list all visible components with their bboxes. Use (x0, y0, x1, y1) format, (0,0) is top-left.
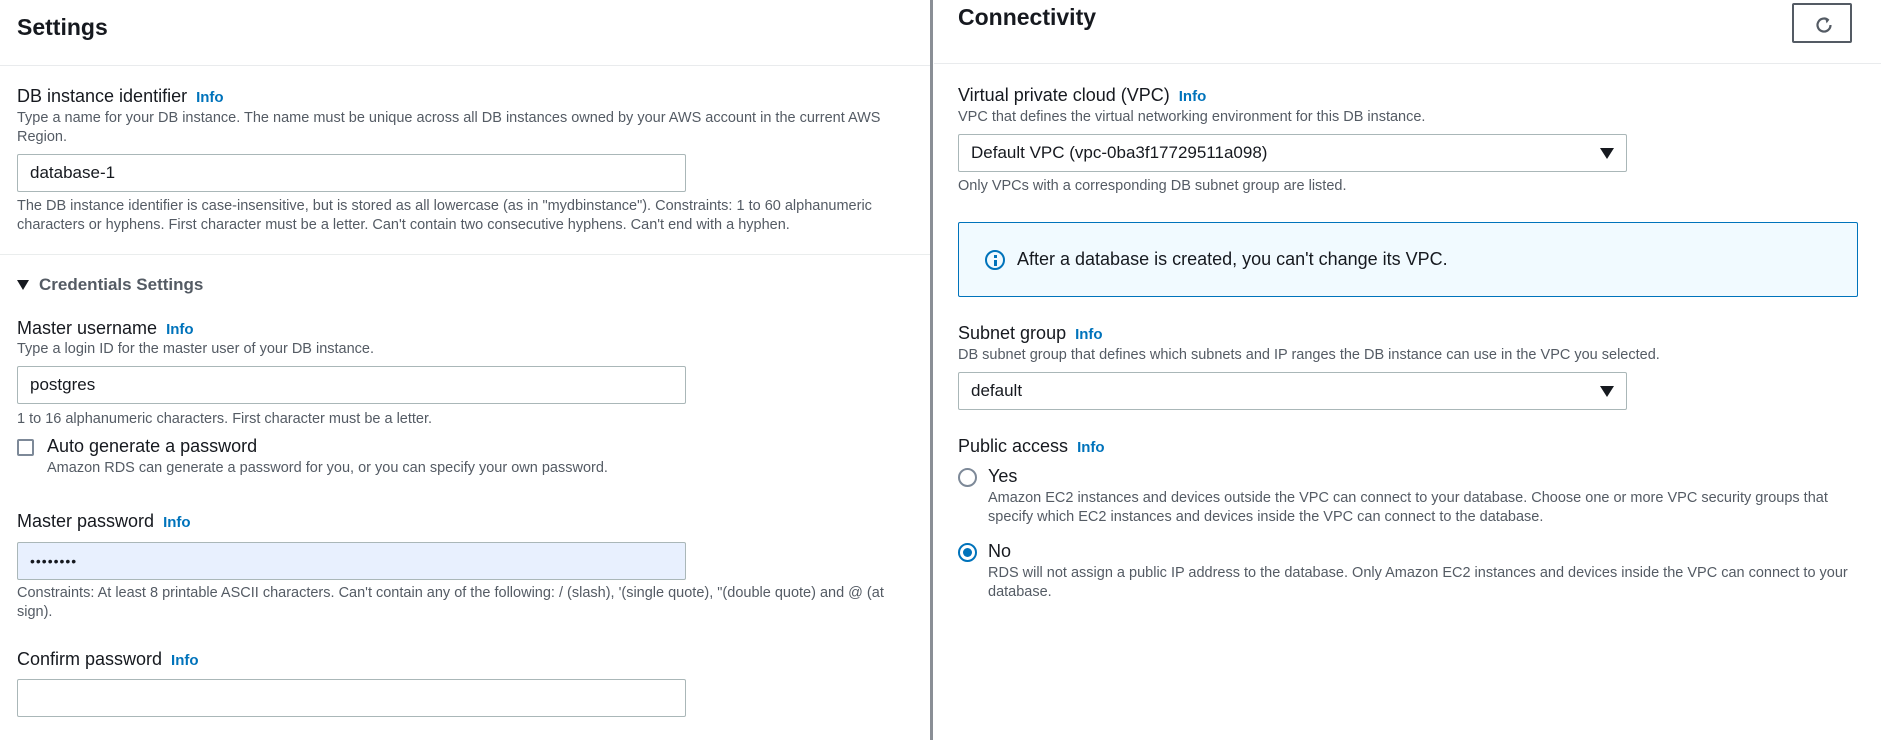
settings-title: Settings (17, 14, 108, 40)
public-access-yes-label[interactable]: Yes (988, 466, 1017, 487)
subnet-group-description: DB subnet group that defines which subne… (958, 347, 1660, 363)
public-access-no-label[interactable]: No (988, 541, 1011, 562)
section-divider (0, 254, 930, 255)
master-password-info-link[interactable]: Info (163, 514, 191, 531)
db-identifier-constraint: The DB instance identifier is case-insen… (17, 198, 872, 233)
confirm-password-label-text: Confirm password (17, 649, 163, 669)
db-identifier-info-link[interactable]: Info (196, 89, 224, 106)
vpc-select[interactable]: Default VPC (vpc-0ba3f17729511a098) (958, 134, 1627, 172)
master-username-label-text: Master username (17, 318, 158, 338)
public-access-no-description: RDS will not assign a public IP address … (988, 565, 1848, 600)
vpc-info-alert: After a database is created, you can't c… (958, 222, 1858, 297)
vpc-note: Only VPCs with a corresponding DB subnet… (958, 178, 1347, 194)
refresh-button[interactable] (1792, 3, 1852, 43)
master-username-input[interactable]: postgres (17, 366, 686, 404)
vpc-description: VPC that defines the virtual networking … (958, 109, 1426, 125)
master-password-constraint: Constraints: At least 8 printable ASCII … (17, 585, 884, 620)
credentials-settings-label: Credentials Settings (39, 275, 204, 294)
master-username-description: Type a login ID for the master user of y… (17, 341, 375, 357)
master-username-constraint: 1 to 16 alphanumeric characters. First c… (17, 411, 433, 427)
connectivity-title: Connectivity (958, 4, 1097, 30)
credentials-settings-toggle[interactable]: Credentials Settings (17, 275, 203, 295)
confirm-password-info-link[interactable]: Info (171, 652, 199, 669)
db-identifier-value: database-1 (30, 163, 116, 182)
subnet-group-select-value: default (971, 381, 1023, 400)
confirm-password-input[interactable] (17, 679, 686, 717)
auto-generate-password-label[interactable]: Auto generate a password (47, 436, 257, 457)
public-access-label-text: Public access (958, 436, 1069, 456)
vpc-select-value: Default VPC (vpc-0ba3f17729511a098) (971, 143, 1268, 162)
confirm-password-label: Confirm password Info (17, 649, 199, 670)
caret-down-icon (1600, 148, 1614, 159)
db-identifier-input[interactable]: database-1 (17, 154, 686, 192)
db-identifier-description: Type a name for your DB instance. The na… (17, 110, 881, 145)
db-identifier-label: DB instance identifier Info (17, 86, 224, 107)
master-username-value: postgres (30, 375, 96, 394)
connectivity-panel: Connectivity Virtual private cloud (VPC)… (934, 0, 1881, 740)
settings-panel: Settings DB instance identifier Info Type… (0, 0, 930, 740)
public-access-yes-radio[interactable] (958, 468, 977, 487)
master-username-info-link[interactable]: Info (166, 321, 194, 338)
subnet-group-label-text: Subnet group (958, 323, 1067, 343)
vpc-alert-text: After a database is created, you can't c… (1017, 249, 1448, 269)
public-access-yes-description: Amazon EC2 instances and devices outside… (988, 490, 1828, 525)
master-password-input[interactable]: •••••••• (17, 542, 686, 580)
master-password-label-text: Master password (17, 511, 155, 531)
vpc-info-link[interactable]: Info (1179, 88, 1207, 105)
subnet-group-label: Subnet group Info (958, 323, 1103, 344)
refresh-icon (1816, 17, 1832, 33)
vpc-label-text: Virtual private cloud (VPC) (958, 85, 1170, 105)
connectivity-header: Connectivity (934, 0, 1881, 64)
public-access-label: Public access Info (958, 436, 1105, 457)
auto-generate-password-checkbox[interactable] (17, 439, 34, 456)
subnet-group-info-link[interactable]: Info (1075, 326, 1103, 343)
settings-header: Settings (0, 0, 930, 66)
master-password-value: •••••••• (30, 553, 78, 569)
panel-divider (930, 0, 933, 740)
caret-down-icon (1600, 386, 1614, 397)
public-access-no-radio[interactable] (958, 543, 977, 562)
caret-down-icon (17, 280, 29, 290)
subnet-group-select[interactable]: default (958, 372, 1627, 410)
vpc-label: Virtual private cloud (VPC) Info (958, 85, 1206, 106)
info-circle-icon (985, 250, 1005, 270)
master-password-label: Master password Info (17, 511, 191, 532)
public-access-info-link[interactable]: Info (1077, 439, 1105, 456)
db-identifier-label-text: DB instance identifier (17, 86, 188, 106)
master-username-label: Master username Info (17, 318, 194, 339)
auto-generate-password-description: Amazon RDS can generate a password for y… (47, 460, 608, 476)
